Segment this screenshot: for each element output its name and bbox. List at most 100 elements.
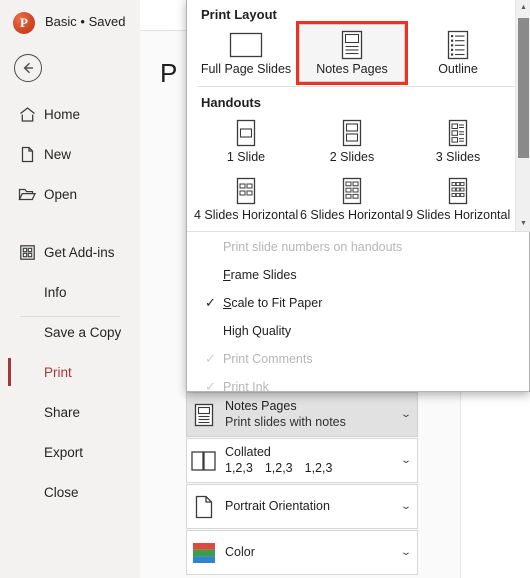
handout-option-2-slides[interactable]: 2 Slides	[299, 112, 405, 170]
collation-sequence: 1,2,3 1,2,3 1,2,3	[225, 461, 395, 477]
layout-option-label: Notes Pages	[316, 62, 388, 76]
sidebar-item-label: Close	[44, 484, 79, 500]
layout-option-label: Outline	[438, 62, 478, 76]
layout-option-outline[interactable]: Outline	[405, 24, 511, 82]
print-layout-flyout: Print Layout Full Page Slides Notes Page…	[186, 0, 530, 394]
full-page-slide-icon	[194, 28, 298, 62]
handout-2-icon	[300, 116, 404, 150]
layout-dropdown-text: Notes Pages Print slides with notes	[221, 399, 395, 430]
sidebar-item-home[interactable]: Home	[0, 94, 140, 134]
print-layout-tile-row: Full Page Slides Notes Pages Outline	[187, 21, 530, 85]
handout-option-label: 9 Slides Horizontal	[406, 208, 511, 222]
handout-option-1-slide[interactable]: 1 Slide	[193, 112, 299, 170]
layout-option-notes-pages[interactable]: Notes Pages	[296, 21, 408, 85]
option-label: Frame Slides	[223, 268, 297, 282]
checkmark-icon: ✓	[205, 351, 216, 366]
orientation-dropdown[interactable]: Portrait Orientation ⌄	[186, 484, 418, 529]
sidebar-item-label: Share	[44, 404, 81, 420]
option-high-quality[interactable]: High Quality	[187, 317, 530, 345]
new-file-icon	[18, 145, 36, 163]
option-label: Print Ink	[223, 380, 269, 394]
back-arrow-icon	[23, 62, 33, 74]
handout-3-icon	[406, 116, 510, 150]
collate-seq-3: 1,2,3	[304, 460, 333, 475]
handout-9h-icon	[406, 174, 510, 208]
handout-option-label: 1 Slide	[226, 150, 266, 164]
chevron-down-icon[interactable]: ⌄	[391, 455, 422, 466]
option-scale-to-fit-paper[interactable]: ✓ Scale to Fit Paper	[187, 289, 530, 317]
color-dropdown[interactable]: Color ⌄	[186, 530, 418, 575]
add-ins-icon	[18, 243, 36, 261]
sidebar-item-info[interactable]: Info	[0, 272, 140, 312]
sidebar-item-new[interactable]: New	[0, 134, 140, 174]
powerpoint-logo-icon	[13, 12, 35, 34]
option-print-slide-numbers-on-handouts: Print slide numbers on handouts	[187, 233, 530, 261]
sidebar-item-close[interactable]: Close	[0, 472, 140, 512]
sidebar-item-save-a-copy[interactable]: Save a Copy	[0, 312, 140, 352]
sidebar-item-share[interactable]: Share	[0, 392, 140, 432]
handout-option-3-slides[interactable]: 3 Slides	[405, 112, 511, 170]
title-separator: •	[80, 14, 85, 29]
backstage-print-screen: P Notes Pages Print slides with notes ⌄ …	[0, 0, 530, 578]
checkmark-icon: ✓	[205, 379, 216, 394]
document-title: Basic	[45, 14, 77, 29]
handout-option-9-slides-horizontal[interactable]: 9 Slides Horizontal	[405, 170, 511, 228]
option-label: High Quality	[223, 324, 292, 338]
outline-icon	[406, 28, 510, 62]
chevron-down-icon[interactable]: ⌄	[391, 501, 422, 512]
chevron-down-icon[interactable]: ⌄	[391, 547, 422, 558]
notes-pages-icon	[300, 28, 404, 62]
save-state-label: Saved	[88, 14, 126, 29]
sidebar-item-get-add-ins[interactable]: Get Add-ins	[0, 232, 140, 272]
handout-option-label: 6 Slides Horizontal	[300, 208, 405, 222]
handouts-group-title: Handouts	[201, 95, 261, 110]
collated-icon	[187, 438, 221, 483]
color-dropdown-text: Color	[221, 545, 395, 561]
handout-4h-icon	[194, 174, 298, 208]
color-icon	[187, 530, 221, 575]
brand-row: Basic • Saved	[0, 0, 140, 44]
scroll-down-arrow-icon[interactable]: ▼	[516, 216, 530, 231]
scroll-up-arrow-icon[interactable]: ▲	[516, 0, 530, 15]
option-print-ink: ✓ Print Ink	[187, 373, 530, 401]
handouts-tile-row-1: 1 Slide 2 Slides 3 Slides	[187, 112, 530, 170]
option-label: Print slide numbers on handouts	[223, 240, 403, 254]
handout-1-icon	[194, 116, 298, 150]
backstage-sidebar: Basic • Saved Home	[0, 0, 140, 578]
flyout-scrollbar[interactable]: ▲ ▼	[515, 0, 530, 231]
layout-scroll-region: Print Layout Full Page Slides Notes Page…	[187, 0, 530, 232]
sidebar-item-label: Open	[44, 186, 78, 202]
sidebar-item-label: Get Add-ins	[44, 244, 115, 260]
layout-option-full-page-slides[interactable]: Full Page Slides	[193, 24, 299, 82]
sidebar-item-print[interactable]: Print	[0, 352, 140, 392]
option-label: Print Comments	[223, 352, 313, 366]
layout-option-label: Full Page Slides	[200, 62, 292, 76]
sidebar-item-label: Home	[44, 106, 81, 122]
chevron-down-icon[interactable]: ⌄	[391, 409, 422, 420]
collate-seq-2: 1,2,3	[264, 460, 293, 475]
scrollbar-thumb[interactable]	[518, 18, 529, 158]
handout-option-6-slides-horizontal[interactable]: 6 Slides Horizontal	[299, 170, 405, 228]
collation-dropdown[interactable]: Collated 1,2,3 1,2,3 1,2,3 ⌄	[186, 438, 418, 483]
sidebar-item-label: Save a Copy	[44, 324, 122, 340]
sidebar-item-label: Export	[44, 444, 84, 460]
back-button[interactable]	[14, 54, 42, 82]
collation-dropdown-primary: Collated	[225, 444, 271, 459]
document-title-bar: Basic • Saved	[45, 14, 125, 29]
collate-seq-1: 1,2,3	[225, 460, 253, 475]
option-frame-slides[interactable]: Frame Slides	[187, 261, 530, 289]
option-print-comments: ✓ Print Comments	[187, 345, 530, 373]
orientation-dropdown-text: Portrait Orientation	[221, 499, 395, 515]
handout-6h-icon	[300, 174, 404, 208]
handout-option-label: 2 Slides	[329, 150, 375, 164]
open-folder-icon	[18, 185, 36, 203]
collation-dropdown-text: Collated 1,2,3 1,2,3 1,2,3	[221, 445, 395, 476]
sidebar-item-open[interactable]: Open	[0, 174, 140, 214]
sidebar-item-export[interactable]: Export	[0, 432, 140, 472]
orientation-dropdown-primary: Portrait Orientation	[225, 498, 330, 513]
sidebar-item-label: Print	[44, 364, 72, 380]
handout-option-label: 4 Slides Horizontal	[194, 208, 299, 222]
handout-option-label: 3 Slides	[435, 150, 481, 164]
handout-option-4-slides-horizontal[interactable]: 4 Slides Horizontal	[193, 170, 299, 228]
home-icon	[18, 105, 36, 123]
